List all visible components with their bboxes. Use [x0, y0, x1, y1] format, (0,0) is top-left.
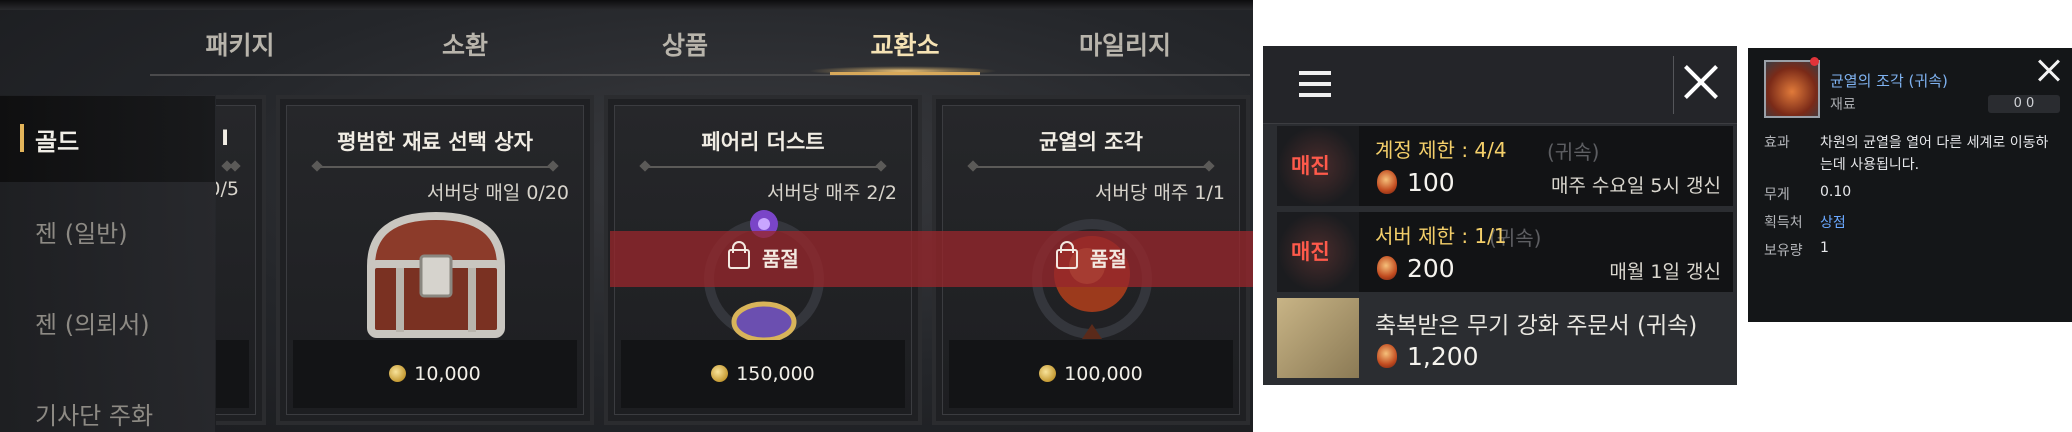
- refresh-schedule: 매주 수요일 5시 갱신: [1550, 175, 1721, 197]
- card-divider: [645, 166, 881, 168]
- tab-mileage[interactable]: 마일리지: [1045, 26, 1205, 62]
- item-stat-badge: 0 0: [1988, 95, 2060, 113]
- card-limit: 서버당 매일 0/20: [426, 182, 569, 204]
- card-limit: 서버당 매주 1/1: [1094, 182, 1225, 204]
- price-value: 10,000: [414, 363, 481, 385]
- sidebar-item-gold[interactable]: 골드: [35, 122, 79, 157]
- exchange-list-panel: 매진 (귀속) 계정 제한 : 4/4 100 매주 수요일 5시 갱신 매진 …: [1263, 46, 1737, 385]
- row-price: 200: [1407, 254, 1455, 283]
- weight-value: 0.10: [1820, 184, 1852, 200]
- gem-currency-icon: [1377, 170, 1397, 194]
- treasure-chest-icon: [366, 211, 506, 338]
- card-limit: 서버당 매주 2/2: [766, 182, 897, 204]
- list-item[interactable]: 축복받은 무기 강화 주문서 (귀속) 1,200: [1277, 298, 1733, 378]
- sidebar-active-background: [0, 96, 215, 182]
- card-price-bar: 10,000: [293, 340, 577, 408]
- sidebar-item-zen-request[interactable]: 젠 (의뢰서): [35, 305, 150, 340]
- top-edge: [0, 0, 1253, 10]
- sold-out-label-fairy-dust: 품절: [728, 231, 799, 287]
- tab-summon[interactable]: 소환: [385, 26, 545, 62]
- menu-icon[interactable]: [1299, 71, 1331, 97]
- source-link[interactable]: 상점: [1820, 212, 1846, 232]
- active-tab-indicator: [830, 72, 980, 75]
- gold-coin-icon: [1039, 365, 1057, 382]
- close-icon[interactable]: [1683, 64, 1719, 100]
- row-price: 100: [1407, 168, 1455, 197]
- item-card-material-box[interactable]: 평범한 재료 선택 상자 서버당 매일 0/20 10,000: [276, 95, 594, 425]
- purchase-limit: 서버 제한 : 1/1: [1375, 224, 1507, 248]
- scroll-icon: [1277, 298, 1359, 378]
- card-price-bar: 150,000: [621, 340, 905, 408]
- gold-coin-icon: [389, 365, 407, 382]
- sidebar-active-marker: [20, 124, 24, 152]
- sold-out-badge: 매진: [1291, 240, 1330, 264]
- shop-tabs: 패키지 소환 상품 교환소 마일리지: [150, 18, 1250, 74]
- card-title: 균열의 조각: [1039, 130, 1143, 154]
- item-title: 축복받은 무기 강화 주문서 (귀속): [1375, 313, 1698, 339]
- list-item[interactable]: 매진 (귀속) 계정 제한 : 4/4 100 매주 수요일 5시 갱신: [1277, 126, 1733, 206]
- card-title: 페어리 더스트: [701, 130, 825, 154]
- refresh-schedule: 매월 1일 갱신: [1609, 261, 1721, 283]
- item-type: 재료: [1830, 97, 1856, 113]
- lock-icon: [1056, 241, 1078, 269]
- effect-label: 효과: [1764, 135, 1790, 151]
- gold-coin-icon: [711, 365, 729, 382]
- tab-goods[interactable]: 상품: [605, 26, 765, 62]
- sidebar-item-zen-normal[interactable]: 젠 (일반): [35, 214, 128, 249]
- card-price-bar: 100,000: [949, 340, 1233, 408]
- card-title: 평범한 재료 선택 상자: [337, 130, 533, 154]
- card-divider: [227, 166, 235, 168]
- lock-icon: [728, 241, 750, 269]
- list-item[interactable]: 매진 (귀속) 서버 제한 : 1/1 200 매월 1일 갱신: [1277, 212, 1733, 292]
- gem-currency-icon: [1377, 344, 1397, 368]
- price-value: 100,000: [1064, 363, 1143, 385]
- tab-divider: [150, 74, 1250, 76]
- sold-out-label-rift-fragment: 품절: [1056, 231, 1127, 287]
- gem-currency-icon: [1377, 256, 1397, 280]
- tab-package[interactable]: 패키지: [160, 26, 320, 62]
- shop-panel: 패키지 소환 상품 교환소 마일리지 골드 젠 (일반) 젠 (의뢰서) 기사단…: [0, 0, 1253, 432]
- source-label: 획득처: [1764, 215, 1803, 231]
- sold-out-band: 품절 품절: [610, 231, 1253, 287]
- row-ghost-title: (귀속): [1547, 140, 1600, 164]
- close-icon[interactable]: [2038, 59, 2060, 82]
- row-price: 1,200: [1407, 342, 1479, 371]
- owned-value: 1: [1820, 240, 1829, 256]
- effect-text: 차원의 균열을 열어 다른 세계로 이동하는데 사용됩니다.: [1820, 135, 2049, 173]
- item-tooltip: 균열의 조각 (귀속) 재료 0 0 효과 차원의 균열을 열어 다른 세계로 …: [1748, 48, 2072, 322]
- purchase-limit: 계정 제한 : 4/4: [1375, 138, 1507, 162]
- notification-dot: [1810, 57, 1819, 66]
- tab-exchange[interactable]: 교환소: [825, 26, 985, 62]
- item-name: 균열의 조각 (귀속): [1830, 72, 1948, 90]
- price-value: 150,000: [736, 363, 815, 385]
- card-divider: [973, 166, 1209, 168]
- weight-label: 무게: [1764, 187, 1790, 203]
- owned-label: 보유량: [1764, 243, 1803, 259]
- sold-out-badge: 매진: [1291, 154, 1330, 178]
- card-title: Ⅰ: [221, 126, 229, 150]
- card-divider: [317, 166, 553, 168]
- header-separator: [1673, 56, 1674, 114]
- rift-fragment-icon: [1764, 60, 1820, 118]
- list-header: [1263, 46, 1737, 124]
- sidebar-item-knight-coin[interactable]: 기사단 주화: [35, 396, 153, 431]
